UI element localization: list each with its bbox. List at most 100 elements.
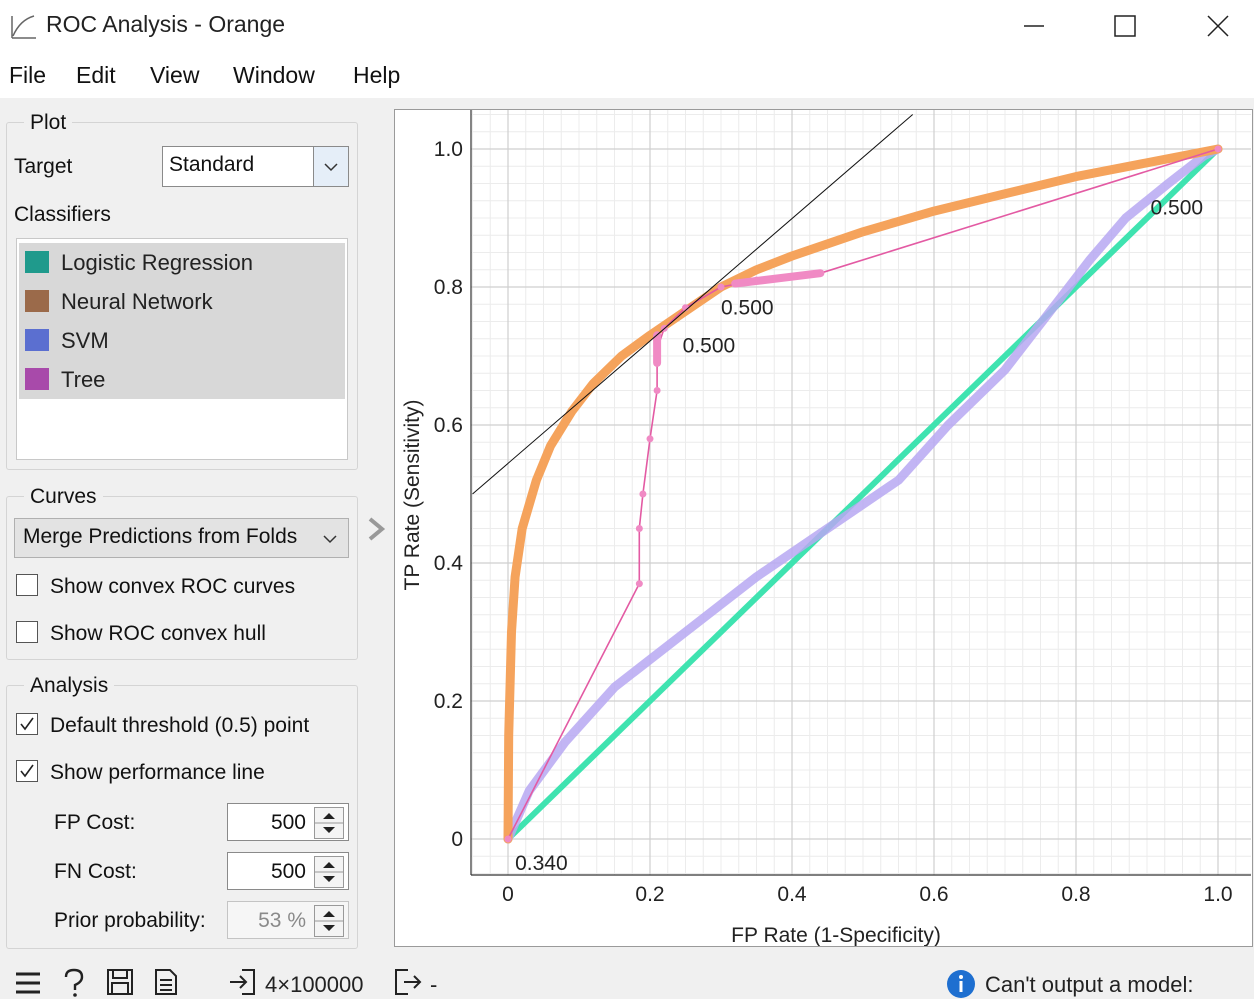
x-tick-label: 0.4: [777, 883, 807, 906]
minimize-button[interactable]: [994, 0, 1074, 52]
color-swatch: [25, 290, 49, 312]
roc-chart: 0 0.2 0.4 0.6 0.8 1.0 0 0.2 0.4 0.6 0.8 1.0 FP Rate …: [401, 110, 1251, 947]
list-item[interactable]: SVM: [19, 321, 345, 360]
pink-curve-point: [635, 525, 643, 532]
color-swatch: [25, 368, 49, 390]
fn-cost-value: 500: [270, 860, 306, 883]
pink-curve-point: [504, 835, 512, 843]
prior-label: Prior probability:: [54, 909, 206, 932]
output-data-icon: [395, 969, 422, 995]
pink-curve-point: [653, 387, 661, 394]
menu-view[interactable]: View: [150, 62, 199, 89]
y-tick-label: 0.2: [434, 690, 463, 713]
list-item[interactable]: Logistic Regression: [19, 243, 345, 282]
threshold-label: 0.500: [683, 335, 736, 358]
show-convex-label: Show convex ROC curves: [50, 575, 296, 598]
app-icon: [11, 15, 36, 39]
pink-curve-point: [646, 435, 654, 443]
target-dropdown-button[interactable]: [313, 147, 348, 186]
status-bar: 4×100000 - Can't output a model:: [0, 960, 1254, 999]
classifiers-list[interactable]: Logistic Regression Neural Network SVM T…: [16, 238, 348, 460]
output-summary: -: [430, 972, 438, 997]
x-axis-label: FP Rate (1-Specificity): [731, 924, 941, 946]
perf-line-label: Show performance line: [50, 761, 265, 784]
close-button[interactable]: [1178, 0, 1254, 52]
y-tick-label: 0.8: [434, 276, 463, 299]
classifier-label: Neural Network: [61, 289, 213, 314]
checkmark-icon: [20, 764, 34, 778]
show-hull-checkbox[interactable]: [16, 621, 38, 643]
report-icon[interactable]: [154, 968, 178, 996]
prior-spinbox[interactable]: 53 %: [227, 901, 349, 939]
collapse-panel-icon[interactable]: [364, 515, 388, 543]
threshold-label: 0.500: [1151, 197, 1204, 220]
show-hull-label: Show ROC convex hull: [50, 622, 266, 645]
y-tick-label: 0: [451, 828, 463, 851]
fp-cost-spinbox[interactable]: 500: [227, 803, 349, 841]
input-data-icon: [230, 969, 255, 995]
plot-group-title: Plot: [24, 111, 73, 135]
fn-cost-spinbox[interactable]: 500: [227, 852, 349, 890]
menu-help[interactable]: Help: [353, 62, 400, 89]
pink-curve-point: [635, 580, 643, 588]
menu-icon[interactable]: [14, 970, 42, 996]
y-tick-label: 0.4: [434, 552, 464, 575]
default-threshold-checkbox[interactable]: [16, 713, 38, 735]
y-tick-label: 0.6: [434, 414, 463, 437]
x-tick-label: 0: [502, 883, 514, 906]
default-threshold-label: Default threshold (0.5) point: [50, 714, 310, 737]
y-tick-label: 1.0: [434, 138, 463, 161]
pink-curve-point: [1214, 145, 1222, 153]
status-message: Can't output a model:: [985, 972, 1194, 997]
y-axis-label: TP Rate (Sensitivity): [401, 400, 424, 591]
fn-cost-label: FN Cost:: [54, 860, 137, 883]
color-swatch: [25, 329, 49, 351]
maximize-icon: [1114, 15, 1136, 37]
series-group: [472, 114, 1223, 844]
help-icon[interactable]: [62, 968, 86, 998]
save-icon[interactable]: [106, 968, 134, 996]
info-icon: [947, 970, 975, 998]
curves-mode-value: Merge Predictions from Folds: [23, 525, 298, 548]
target-combo[interactable]: Standard: [162, 146, 349, 187]
window-title: ROC Analysis - Orange: [46, 11, 286, 37]
classifier-label: Tree: [61, 367, 106, 392]
x-tick-label: 1.0: [1203, 883, 1232, 906]
menu-file[interactable]: File: [9, 62, 46, 89]
close-icon: [1207, 15, 1229, 37]
fp-cost-value: 500: [270, 811, 306, 834]
checkmark-icon: [20, 717, 34, 731]
menu-edit[interactable]: Edit: [76, 62, 116, 89]
maximize-button[interactable]: [1085, 0, 1165, 52]
list-item[interactable]: Neural Network: [19, 282, 345, 321]
fn-cost-stepper[interactable]: [314, 856, 344, 888]
minimize-icon: [1024, 25, 1044, 27]
curves-group-title: Curves: [24, 485, 103, 509]
threshold-label: 0.340: [515, 852, 568, 875]
data-shape: 4×100000: [265, 972, 364, 997]
chevron-down-icon: [323, 535, 337, 544]
chevron-down-icon: [324, 162, 338, 171]
x-tick-label: 0.6: [919, 883, 948, 906]
perf-line-checkbox[interactable]: [16, 760, 38, 782]
classifiers-label: Classifiers: [14, 203, 111, 226]
classifier-label: Logistic Regression: [61, 250, 253, 275]
classifier-label: SVM: [61, 328, 109, 353]
menu-window[interactable]: Window: [233, 62, 315, 89]
pink-curve-point: [639, 490, 647, 498]
x-tick-label: 0.2: [635, 883, 664, 906]
spin-arrows-icon: [315, 862, 343, 882]
prior-stepper[interactable]: [314, 905, 344, 937]
spin-arrows-icon: [315, 911, 343, 931]
target-value: Standard: [169, 153, 255, 176]
list-item[interactable]: Tree: [19, 360, 345, 399]
fp-cost-stepper[interactable]: [314, 807, 344, 839]
color-swatch: [25, 251, 49, 273]
menu-bar: File Edit View Window Help: [0, 52, 1254, 98]
curves-mode-combo[interactable]: Merge Predictions from Folds: [14, 518, 349, 558]
fp-cost-label: FP Cost:: [54, 811, 136, 834]
title-bar: ROC Analysis - Orange: [0, 0, 1254, 52]
show-convex-checkbox[interactable]: [16, 574, 38, 596]
roc-plot-frame: 0 0.2 0.4 0.6 0.8 1.0 0 0.2 0.4 0.6 0.8 1.0 FP Rate …: [394, 109, 1253, 947]
spin-arrows-icon: [315, 813, 343, 833]
